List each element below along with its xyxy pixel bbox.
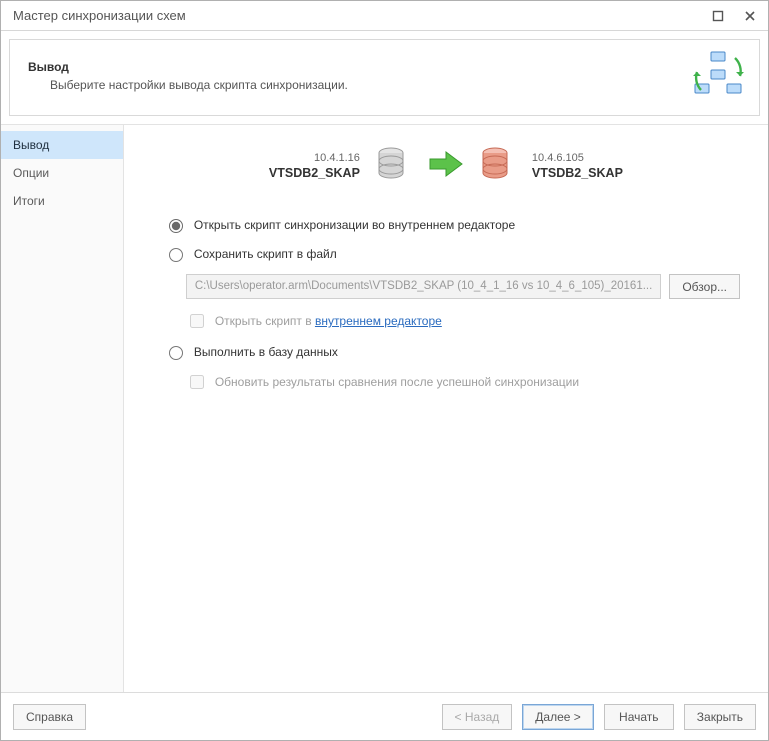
next-button[interactable]: Далее > (522, 704, 594, 730)
header-panel: Вывод Выберите настройки вывода скрипта … (9, 39, 760, 116)
browse-button[interactable]: Обзор... (669, 274, 740, 299)
close-dialog-button[interactable]: Закрыть (684, 704, 756, 730)
content-area: 10.4.1.16 VTSDB2_SKAP (124, 125, 768, 692)
sidebar-item-label: Итоги (13, 194, 45, 208)
sidebar-item-label: Опции (13, 166, 49, 180)
internal-editor-link[interactable]: внутреннем редакторе (315, 314, 442, 328)
window-title: Мастер синхронизации схем (13, 8, 710, 23)
start-button[interactable]: Начать (604, 704, 674, 730)
help-button[interactable]: Справка (13, 704, 86, 730)
sidebar-item-summary[interactable]: Итоги (1, 187, 123, 215)
open-script-label: Открыть скрипт в внутреннем редакторе (215, 314, 442, 328)
open-script-row: Открыть скрипт в внутреннем редакторе (186, 311, 740, 331)
file-path-input[interactable]: C:\Users\operator.arm\Documents\VTSDB2_S… (186, 274, 662, 299)
output-options: Открыть скрипт синхронизации во внутренн… (164, 216, 740, 392)
body: Вывод Опции Итоги 10.4.1.16 VTSDB2_SKAP (1, 124, 768, 692)
target-db-ip: 10.4.6.105 (532, 152, 672, 164)
target-db: 10.4.6.105 VTSDB2_SKAP (532, 152, 672, 180)
database-icon (480, 147, 516, 184)
target-db-name: VTSDB2_SKAP (532, 166, 672, 180)
maximize-icon (712, 10, 724, 22)
header-text: Вывод Выберите настройки вывода скрипта … (22, 60, 679, 92)
sidebar: Вывод Опции Итоги (1, 125, 124, 692)
close-button[interactable] (742, 8, 758, 24)
header-title: Вывод (28, 60, 679, 74)
back-button[interactable]: < Назад (442, 704, 513, 730)
footer: Справка < Назад Далее > Начать Закрыть (1, 692, 768, 740)
wizard-window: Мастер синхронизации схем Вывод Выберите… (0, 0, 769, 741)
header-subtitle: Выберите настройки вывода скрипта синхро… (50, 78, 679, 92)
sidebar-item-label: Вывод (13, 138, 49, 152)
sync-diagram-icon (691, 50, 747, 101)
maximize-button[interactable] (710, 8, 726, 24)
open-script-text: Открыть скрипт в (215, 314, 315, 328)
update-results-checkbox (190, 375, 204, 389)
titlebar: Мастер синхронизации схем (1, 1, 768, 31)
source-db-name: VTSDB2_SKAP (220, 166, 360, 180)
arrow-icon (428, 149, 464, 182)
radio-label: Сохранить скрипт в файл (194, 247, 337, 261)
database-sync-row: 10.4.1.16 VTSDB2_SKAP (136, 147, 756, 184)
radio-input[interactable] (169, 248, 183, 262)
radio-input[interactable] (169, 346, 183, 360)
radio-open-internal[interactable]: Открыть скрипт синхронизации во внутренн… (164, 216, 740, 233)
database-icon (376, 147, 412, 184)
radio-input[interactable] (169, 219, 183, 233)
file-path-row: C:\Users\operator.arm\Documents\VTSDB2_S… (186, 274, 740, 299)
update-results-label: Обновить результаты сравнения после успе… (215, 375, 579, 389)
source-db-ip: 10.4.1.16 (220, 152, 360, 164)
sidebar-item-output[interactable]: Вывод (1, 131, 123, 159)
radio-label: Выполнить в базу данных (194, 345, 338, 359)
source-db: 10.4.1.16 VTSDB2_SKAP (220, 152, 360, 180)
sidebar-item-options[interactable]: Опции (1, 159, 123, 187)
open-script-checkbox (190, 314, 204, 328)
radio-label: Открыть скрипт синхронизации во внутренн… (194, 218, 515, 232)
update-results-row: Обновить результаты сравнения после успе… (186, 372, 740, 392)
radio-save-file[interactable]: Сохранить скрипт в файл (164, 245, 740, 262)
window-controls (710, 8, 758, 24)
radio-execute[interactable]: Выполнить в базу данных (164, 343, 740, 360)
close-icon (744, 10, 756, 22)
